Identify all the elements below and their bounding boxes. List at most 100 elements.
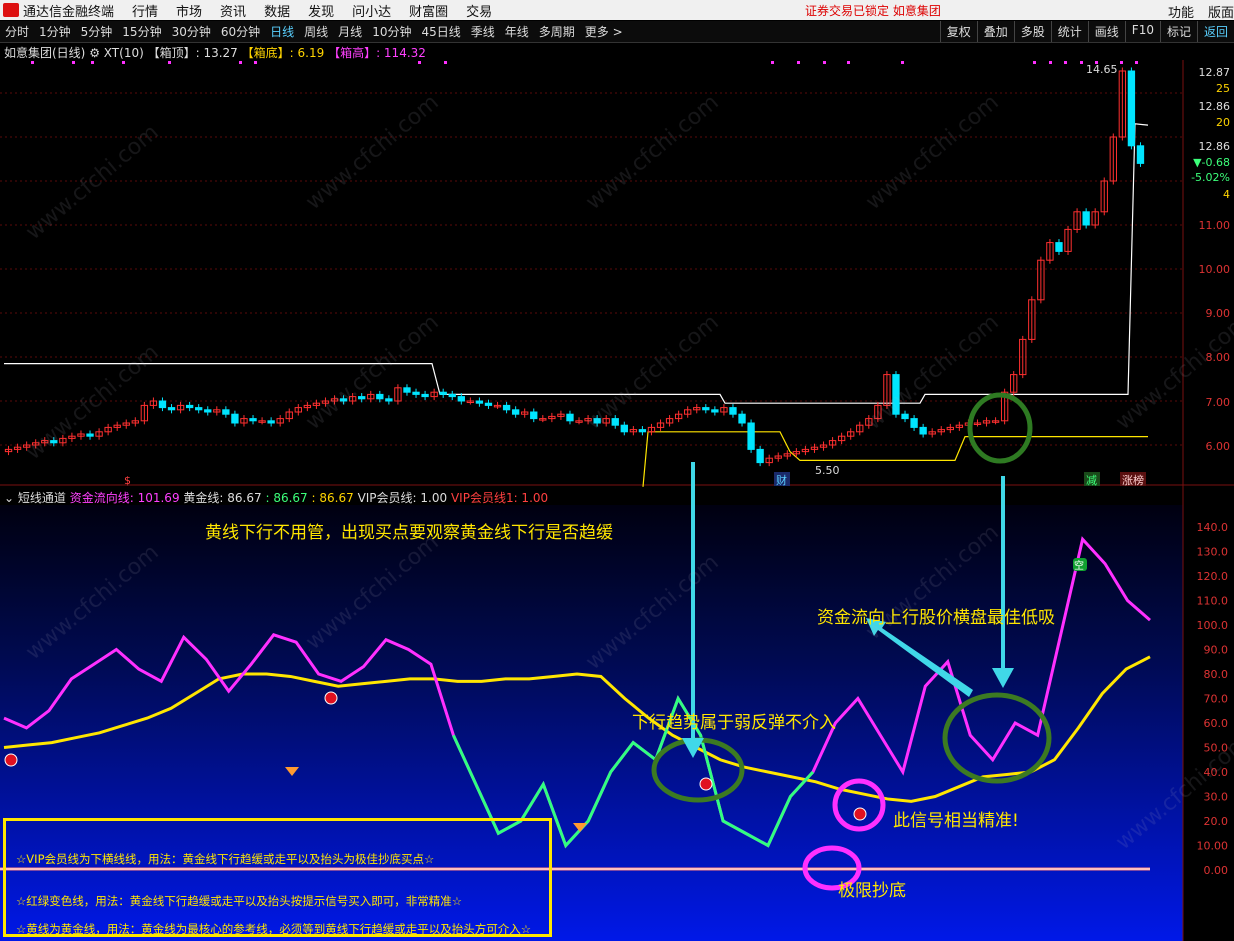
green-line-value: : 86.67 — [265, 491, 308, 505]
candle-body — [484, 402, 493, 406]
f10-button[interactable]: F10 — [1124, 21, 1160, 42]
indicator-axis: 140.0 130.0 120.0 110.0 100.0 90.0 80.0 70.0 60.… — [1197, 521, 1229, 877]
candle-body — [702, 407, 710, 411]
vip-line1-value: VIP会员线1: 1.00 — [450, 491, 549, 505]
period-tab-60min[interactable]: 60分钟 — [221, 23, 260, 40]
menu-item-wealth[interactable]: 财富圈 — [409, 1, 448, 20]
indicator-axis-label: 70.0 — [1204, 693, 1229, 706]
candle-body — [167, 407, 176, 411]
candle-body — [511, 409, 520, 415]
period-tab-15min[interactable]: 15分钟 — [122, 23, 161, 40]
period-tab-timeshare[interactable]: 分时 — [5, 23, 29, 40]
indicator-panel-name[interactable]: 短线通道 — [18, 491, 66, 505]
menu-item-trade[interactable]: 交易 — [466, 1, 492, 20]
overlay-button[interactable]: 叠加 — [976, 21, 1014, 42]
menu-item-quotes[interactable]: 行情 — [132, 1, 158, 20]
annotation-text: 极限抄底 — [838, 881, 906, 901]
period-tab-10min[interactable]: 10分钟 — [372, 23, 411, 40]
restore-rights-button[interactable]: 复权 — [939, 21, 977, 42]
app-logo-icon — [3, 3, 19, 17]
candle-body — [1136, 145, 1145, 164]
period-tab-more[interactable]: 更多 > — [585, 23, 623, 40]
chevron-down-icon[interactable]: ⌄ — [4, 491, 14, 505]
candle-body — [729, 407, 737, 415]
box-high-dots — [31, 61, 1138, 64]
period-tab-30min[interactable]: 30分钟 — [172, 23, 211, 40]
back-button[interactable]: 返回 — [1196, 21, 1234, 42]
indicator-axis-label: 130.0 — [1197, 546, 1229, 559]
indicator-axis-label: 120.0 — [1197, 570, 1229, 583]
price-axis-label: 12.87 — [1199, 66, 1231, 79]
trade-lock-warning: 证券交易已锁定 如意集团 — [805, 3, 941, 18]
mark-button[interactable]: 标记 — [1159, 21, 1197, 42]
candle-body — [158, 400, 167, 409]
limit-up-marker[interactable]: 涨榜 — [1122, 473, 1144, 487]
menu-item-news[interactable]: 资讯 — [220, 1, 246, 20]
annotation-text: 此信号相当精准! — [893, 811, 1019, 831]
price-axis-label: 7.00 — [1206, 396, 1231, 409]
indicator-axis-label: 10.00 — [1197, 840, 1229, 853]
period-tab-1min[interactable]: 1分钟 — [39, 23, 71, 40]
price-axis-label: 12.86 — [1199, 140, 1231, 153]
candle-body — [901, 413, 909, 420]
candle-body — [1127, 70, 1136, 147]
reduce-marker[interactable]: 减 — [1086, 474, 1097, 487]
box-high-dot — [122, 61, 125, 64]
menu-item-market[interactable]: 市场 — [176, 1, 202, 20]
menu-item-ask[interactable]: 问小达 — [352, 1, 391, 20]
candle-body — [249, 418, 257, 422]
period-tab-5min[interactable]: 5分钟 — [81, 23, 113, 40]
box-high-dot — [797, 61, 800, 64]
menu-item-data[interactable]: 数据 — [264, 1, 290, 20]
candle-body — [231, 413, 239, 424]
period-tab-daily[interactable]: 日线 — [270, 23, 294, 40]
candle-body — [756, 448, 764, 464]
period-toolbar: 分时 1分钟 5分钟 15分钟 30分钟 60分钟 日线 周线 月线 10分钟 … — [0, 21, 1234, 43]
period-tab-weekly[interactable]: 周线 — [304, 23, 328, 40]
candle-body — [412, 391, 420, 395]
box-top-line — [4, 123, 1149, 404]
menu-item-layout[interactable]: 版面 — [1208, 2, 1234, 21]
finance-marker[interactable]: 财 — [776, 473, 787, 487]
candle-body — [185, 404, 194, 409]
candle-body — [1055, 242, 1063, 252]
gold-line-value-2: : 86.67 — [311, 491, 354, 505]
annotation-text: 资金流向上行股价横盘最佳低吸 — [817, 608, 1055, 628]
draw-line-button[interactable]: 画线 — [1087, 21, 1125, 42]
multi-stock-button[interactable]: 多股 — [1013, 21, 1051, 42]
period-tab-year[interactable]: 年线 — [505, 23, 529, 40]
period-tab-45day[interactable]: 45日线 — [421, 23, 460, 40]
indicator-axis-label: 140.0 — [1197, 521, 1229, 534]
box-high-dot — [72, 61, 75, 64]
menu-item-functions[interactable]: 功能 — [1168, 2, 1194, 21]
period-tab-monthly[interactable]: 月线 — [338, 23, 362, 40]
indicator-axis-label: 110.0 — [1197, 595, 1229, 608]
candle-body — [638, 429, 647, 433]
period-tab-multi[interactable]: 多周期 — [539, 23, 575, 40]
box-high-dot — [418, 61, 421, 64]
indicator-axis-label: 30.0 — [1204, 791, 1229, 804]
indicator-axis-label: 0.00 — [1204, 864, 1229, 877]
indicator-axis-label: 80.0 — [1204, 668, 1229, 681]
price-axis-label: ▼-0.68 — [1193, 156, 1230, 169]
box-high-dot — [1033, 61, 1036, 64]
candle-body — [204, 409, 212, 413]
indicator-info: ⌄ 短线通道 资金流向线: 101.69 黄金线: 86.67 : 86.67 … — [4, 489, 548, 506]
price-axis-label: 20 — [1216, 116, 1230, 129]
price-axis-label: 12.86 — [1199, 100, 1231, 113]
candle-body — [195, 407, 203, 411]
candle-body — [457, 396, 465, 402]
price-axis: 12.87 25 12.86 20 12.86 ▼-0.68 -5.02% 4 11.00 10.… — [1191, 66, 1230, 453]
candle-body — [620, 424, 628, 433]
price-axis-label: 25 — [1216, 82, 1230, 95]
menu-item-discover[interactable]: 发现 — [308, 1, 334, 20]
candle-body — [502, 404, 511, 411]
box-high-dot — [1064, 61, 1067, 64]
box-high-dot — [1049, 61, 1052, 64]
period-tab-quarter[interactable]: 季线 — [471, 23, 495, 40]
candle-body — [86, 433, 94, 437]
candle-body — [530, 411, 538, 420]
low-price-label: 5.50 — [815, 464, 840, 477]
stats-button[interactable]: 统计 — [1050, 21, 1088, 42]
box-high-dot — [901, 61, 904, 64]
